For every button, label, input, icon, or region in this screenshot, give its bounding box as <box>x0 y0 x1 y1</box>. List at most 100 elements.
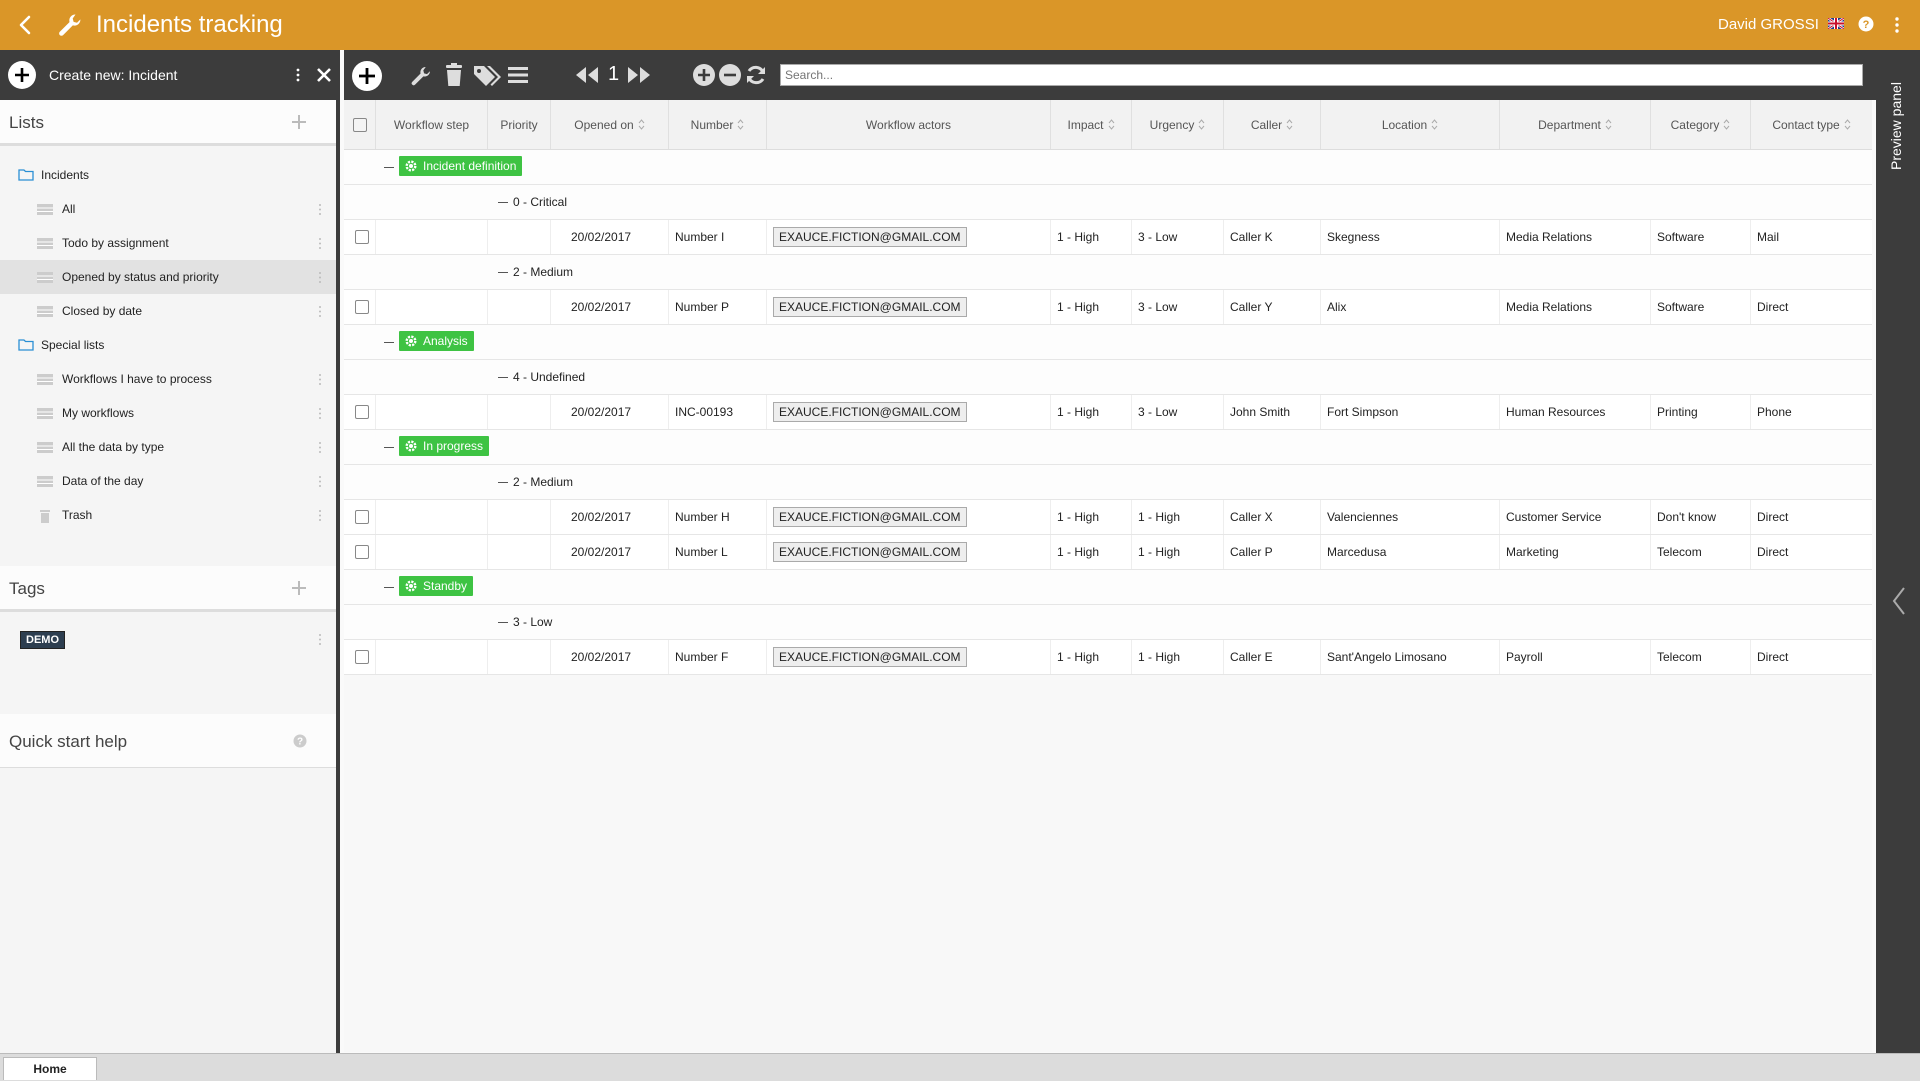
item-dots-icon[interactable] <box>318 509 322 522</box>
priority-group-label: 2 - Medium <box>513 475 574 489</box>
collapse-subgroup-toggle[interactable] <box>498 622 508 623</box>
header-location[interactable]: Location <box>1321 100 1500 149</box>
item-dots-icon[interactable] <box>318 237 322 250</box>
folder-incidents[interactable]: Incidents <box>0 158 336 192</box>
refresh-icon[interactable] <box>745 64 767 86</box>
actor-email-chip[interactable]: EXAUCE.FICTION@GMAIL.COM <box>773 297 967 317</box>
collapse-subgroup-toggle[interactable] <box>498 202 508 203</box>
list-item-closed-by-date[interactable]: Closed by date <box>0 294 336 328</box>
item-dots-icon[interactable] <box>318 407 322 420</box>
table-row[interactable]: 20/02/2017 INC-00193 EXAUCE.FICTION@GMAI… <box>344 395 1872 430</box>
user-name[interactable]: David GROSSI <box>1718 16 1819 34</box>
header-number[interactable]: Number <box>669 100 767 149</box>
item-dots-icon[interactable] <box>318 203 322 216</box>
next-page-icon[interactable] <box>626 65 652 85</box>
list-item-all[interactable]: All <box>0 192 336 226</box>
folder-icon <box>18 339 34 351</box>
kebab-menu-icon[interactable] <box>1890 15 1904 35</box>
add-tag-icon[interactable] <box>291 580 307 596</box>
item-dots-icon[interactable] <box>318 373 322 386</box>
group-row-analysis: Analysis <box>344 325 1872 360</box>
header-impact[interactable]: Impact <box>1051 100 1132 149</box>
previous-page-icon[interactable] <box>574 65 600 85</box>
workflow-step-badge[interactable]: Incident definition <box>399 156 523 176</box>
collapse-group-toggle[interactable] <box>384 587 394 588</box>
collapse-subgroup-toggle[interactable] <box>498 377 508 378</box>
tag-dots-icon[interactable] <box>318 633 322 646</box>
sort-icon <box>1723 119 1730 130</box>
tags-icon[interactable] <box>472 63 502 87</box>
cell-workflow-actors: EXAUCE.FICTION@GMAIL.COM <box>767 395 1051 429</box>
table-row[interactable]: 20/02/2017 Number F EXAUCE.FICTION@GMAIL… <box>344 640 1872 675</box>
tag-demo[interactable]: DEMO <box>20 631 65 649</box>
list-item-data-of-the-day[interactable]: Data of the day <box>0 464 336 498</box>
item-dots-icon[interactable] <box>318 475 322 488</box>
list-item-trash[interactable]: Trash <box>0 498 336 532</box>
create-menu-dots-icon[interactable] <box>294 66 302 84</box>
cell-impact: 1 - High <box>1051 640 1132 674</box>
search-input[interactable] <box>780 64 1863 86</box>
delete-trash-icon[interactable] <box>444 63 464 87</box>
left-navigation-panel: Create new: Incident Lists Incidents All… <box>0 50 340 1053</box>
item-dots-icon[interactable] <box>318 271 322 284</box>
table-row[interactable]: 20/02/2017 Number P EXAUCE.FICTION@GMAIL… <box>344 290 1872 325</box>
header-department[interactable]: Department <box>1500 100 1651 149</box>
workflow-step-badge[interactable]: Analysis <box>399 331 474 351</box>
collapse-all-icon[interactable] <box>719 64 741 86</box>
sort-icon <box>1286 119 1293 130</box>
collapse-group-toggle[interactable] <box>384 447 394 448</box>
actor-email-chip[interactable]: EXAUCE.FICTION@GMAIL.COM <box>773 542 967 562</box>
table-row[interactable]: 20/02/2017 Number H EXAUCE.FICTION@GMAIL… <box>344 500 1872 535</box>
tab-home[interactable]: Home <box>3 1057 97 1080</box>
list-item-workflows-to-process[interactable]: Workflows I have to process <box>0 362 336 396</box>
priority-group-label: 3 - Low <box>513 615 553 629</box>
table-row[interactable]: 20/02/2017 Number L EXAUCE.FICTION@GMAIL… <box>344 535 1872 570</box>
list-item-my-workflows[interactable]: My workflows <box>0 396 336 430</box>
collapse-subgroup-toggle[interactable] <box>498 272 508 273</box>
collapse-subgroup-toggle[interactable] <box>498 482 508 483</box>
header-opened-on[interactable]: Opened on <box>551 100 669 149</box>
header-urgency[interactable]: Urgency <box>1132 100 1224 149</box>
list-menu-icon[interactable] <box>508 65 528 85</box>
add-list-icon[interactable] <box>291 114 307 130</box>
folder-special-lists[interactable]: Special lists <box>0 328 336 362</box>
header-workflow-actors[interactable]: Workflow actors <box>767 100 1051 149</box>
wrench-tool-icon[interactable] <box>409 64 433 88</box>
actor-email-chip[interactable]: EXAUCE.FICTION@GMAIL.COM <box>773 507 967 527</box>
add-record-icon[interactable] <box>352 61 382 91</box>
create-plus-icon[interactable] <box>8 61 36 89</box>
workflow-step-badge[interactable]: Standby <box>399 576 474 596</box>
expand-all-icon[interactable] <box>693 64 715 86</box>
cell-select <box>344 220 376 254</box>
list-item-opened-by-status-and-priority[interactable]: Opened by status and priority <box>0 260 336 294</box>
close-panel-icon[interactable] <box>316 67 332 83</box>
help-circle-icon[interactable]: ? <box>293 734 307 748</box>
list-item-all-data-by-type[interactable]: All the data by type <box>0 430 336 464</box>
preview-panel-toggle[interactable]: Preview panel <box>1876 50 1920 1053</box>
uk-flag-icon[interactable] <box>1828 18 1844 29</box>
quick-start-help-header[interactable]: Quick start help ? <box>0 714 336 768</box>
header-workflow-step[interactable]: Workflow step <box>376 100 488 149</box>
back-arrow-icon[interactable] <box>14 13 38 37</box>
item-dots-icon[interactable] <box>318 441 322 454</box>
header-label: Category <box>1670 117 1720 132</box>
collapse-group-toggle[interactable] <box>384 342 394 343</box>
create-new-label[interactable]: Create new: Incident <box>49 67 177 83</box>
list-item-todo-by-assignment[interactable]: Todo by assignment <box>0 226 336 260</box>
item-dots-icon[interactable] <box>318 305 322 318</box>
actor-email-chip[interactable]: EXAUCE.FICTION@GMAIL.COM <box>773 647 967 667</box>
select-all-checkbox[interactable] <box>352 117 367 132</box>
table-row[interactable]: 20/02/2017 Number I EXAUCE.FICTION@GMAIL… <box>344 220 1872 255</box>
chevron-left-icon[interactable] <box>1892 586 1906 616</box>
quick-start-help-title: Quick start help <box>9 732 128 751</box>
collapse-group-toggle[interactable] <box>384 167 394 168</box>
actor-email-chip[interactable]: EXAUCE.FICTION@GMAIL.COM <box>773 227 967 247</box>
header-category[interactable]: Category <box>1651 100 1751 149</box>
header-caller[interactable]: Caller <box>1224 100 1321 149</box>
workflow-step-badge[interactable]: In progress <box>399 436 490 456</box>
help-icon[interactable]: ? <box>1858 16 1874 32</box>
header-priority[interactable]: Priority <box>488 100 551 149</box>
list-table-icon <box>37 272 53 283</box>
header-contact-type[interactable]: Contact type <box>1751 100 1872 149</box>
actor-email-chip[interactable]: EXAUCE.FICTION@GMAIL.COM <box>773 402 967 422</box>
